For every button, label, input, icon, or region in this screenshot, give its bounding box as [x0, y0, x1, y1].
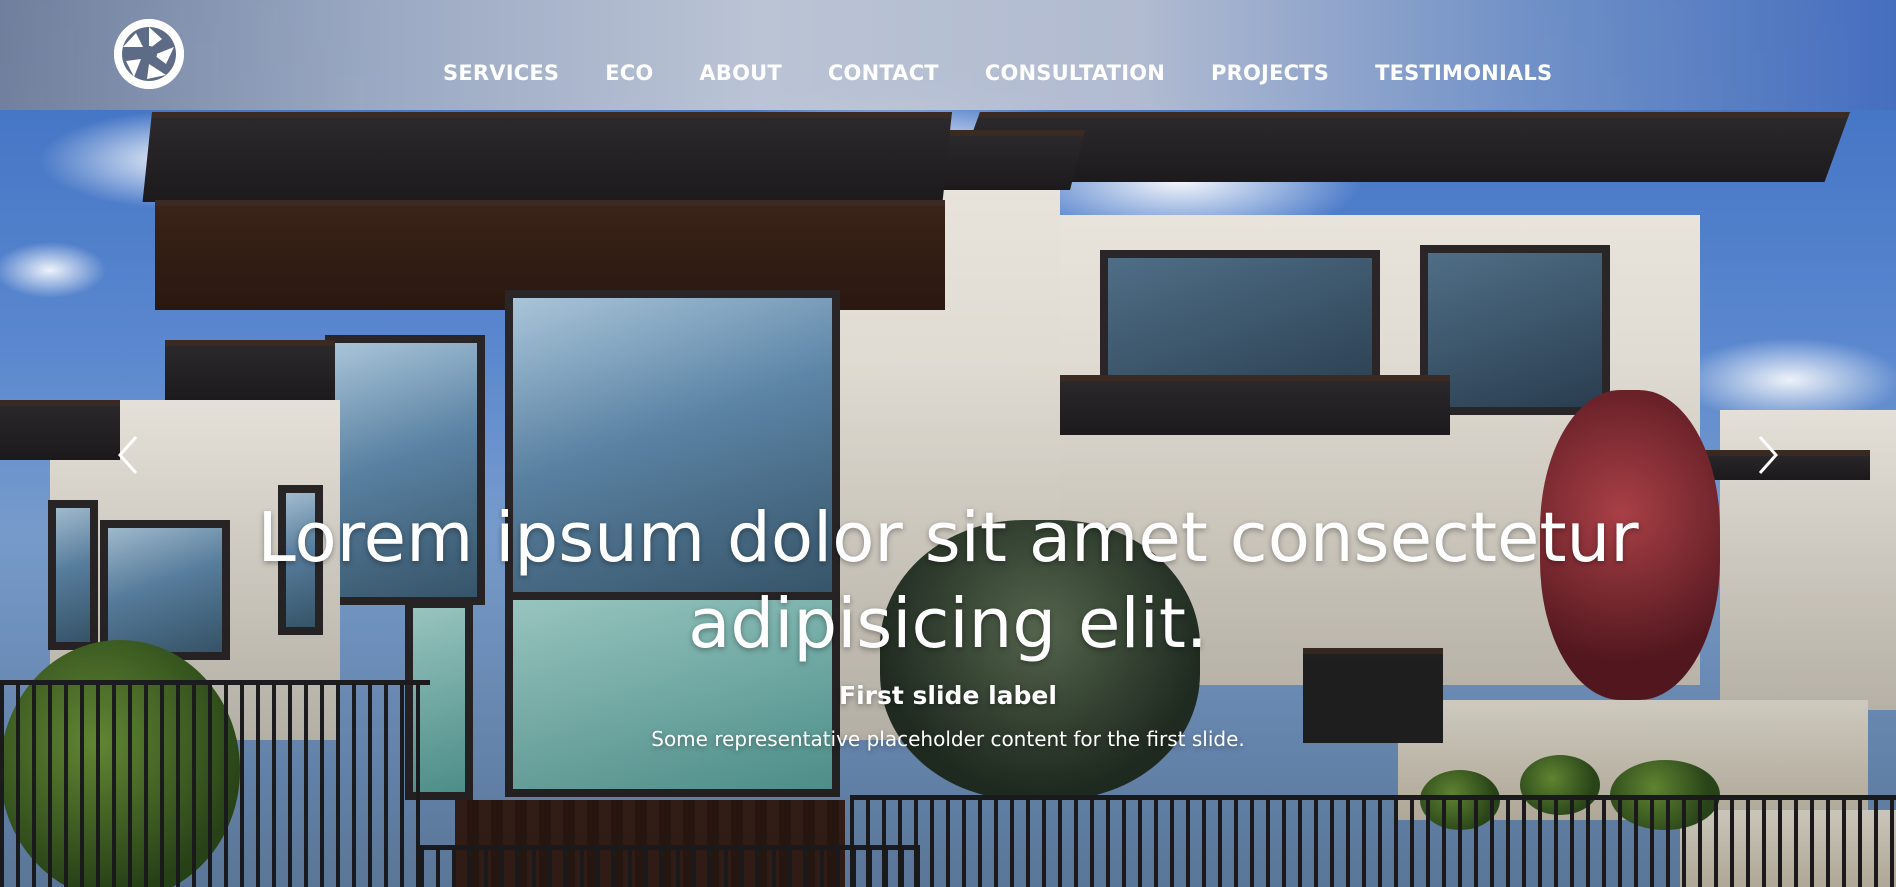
hero-overlay — [0, 0, 1896, 887]
landing-page: SERVICES ECO ABOUT CONTACT CONSULTATION … — [0, 0, 1896, 887]
nav-item-contact[interactable]: CONTACT — [805, 61, 962, 85]
nav-item-projects[interactable]: PROJECTS — [1188, 61, 1352, 85]
chevron-left-icon — [117, 436, 138, 474]
nav-item-services[interactable]: SERVICES — [420, 61, 582, 85]
nav-item-testimonials[interactable]: TESTIMONIALS — [1352, 61, 1575, 85]
main-navigation: SERVICES ECO ABOUT CONTACT CONSULTATION … — [420, 57, 1575, 89]
chevron-right-icon — [1758, 436, 1779, 474]
aperture-logo-icon-svg — [114, 19, 184, 89]
nav-item-eco[interactable]: ECO — [582, 61, 676, 85]
slide-label: First slide label — [839, 681, 1057, 710]
nav-item-consultation[interactable]: CONSULTATION — [962, 61, 1188, 85]
slide-headline: Lorem ipsum dolor sit amet consectetur a… — [257, 498, 1639, 664]
carousel-next-button[interactable] — [1748, 430, 1788, 480]
carousel-caption: Lorem ipsum dolor sit amet consectetur a… — [0, 495, 1896, 753]
nav-item-about[interactable]: ABOUT — [676, 61, 805, 85]
carousel-prev-button[interactable] — [108, 430, 148, 480]
top-navbar: SERVICES ECO ABOUT CONTACT CONSULTATION … — [0, 0, 1896, 110]
aperture-logo-icon[interactable] — [114, 19, 184, 89]
slide-description: Some representative placeholder content … — [651, 727, 1245, 751]
